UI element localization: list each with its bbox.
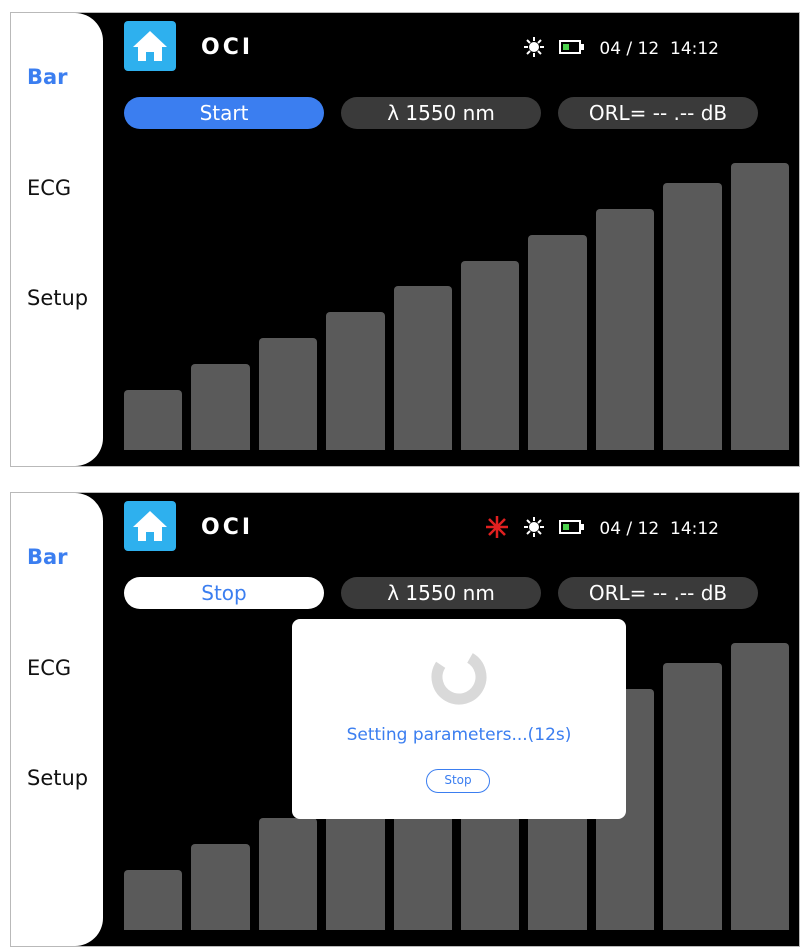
orl-display: ORL= -- .-- dB (558, 577, 758, 609)
home-icon (133, 511, 167, 541)
level-bar (191, 363, 250, 450)
level-bar (258, 818, 318, 930)
status-bar: 04 / 12 14:12 (485, 515, 719, 539)
level-bar (730, 643, 789, 930)
sidebar-item-bar[interactable]: Bar (27, 545, 68, 569)
sidebar-item-setup[interactable]: Setup (27, 766, 88, 790)
sidebar-item-ecg[interactable]: ECG (27, 176, 71, 200)
level-bar (191, 843, 250, 930)
date-text: 04 / 12 (599, 39, 660, 59)
level-bar (663, 183, 722, 450)
level-bar (461, 260, 520, 450)
level-bar (124, 389, 183, 450)
time-text: 14:12 (670, 519, 719, 539)
time-text: 14:12 (670, 39, 719, 59)
level-bar (258, 338, 318, 450)
start-button[interactable]: Start (124, 97, 324, 129)
stop-button[interactable]: Stop (124, 577, 324, 609)
level-bar (528, 234, 587, 450)
brightness-icon (523, 516, 545, 543)
battery-icon (559, 39, 585, 59)
loading-spinner-icon (431, 649, 487, 705)
sidebar: Bar ECG Setup (11, 493, 103, 946)
level-bar (393, 286, 452, 450)
level-bar (124, 869, 183, 930)
home-button[interactable] (124, 21, 176, 71)
battery-icon (559, 519, 585, 539)
orl-display: ORL= -- .-- dB (558, 97, 758, 129)
device-screen-idle: Bar ECG Setup OCI 04 / 12 14:12 Start λ … (10, 12, 800, 467)
wavelength-display[interactable]: λ 1550 nm (341, 97, 541, 129)
sidebar-item-ecg[interactable]: ECG (27, 656, 71, 680)
sidebar: Bar ECG Setup (11, 13, 103, 466)
date-text: 04 / 12 (599, 519, 660, 539)
brightness-icon (523, 36, 545, 63)
sidebar-item-bar[interactable]: Bar (27, 65, 68, 89)
level-bar (730, 163, 789, 450)
home-button[interactable] (124, 501, 176, 551)
laser-icon (485, 515, 509, 544)
status-bar: 04 / 12 14:12 (523, 36, 719, 59)
level-bar (326, 312, 385, 450)
home-icon (133, 31, 167, 61)
app-title: OCI (201, 515, 254, 540)
dialog-stop-button[interactable]: Stop (426, 769, 490, 793)
sidebar-item-setup[interactable]: Setup (27, 286, 88, 310)
progress-dialog: Setting parameters...(12s) Stop (292, 619, 626, 819)
dialog-message: Setting parameters...(12s) (346, 725, 572, 745)
app-title: OCI (201, 35, 254, 60)
wavelength-display[interactable]: λ 1550 nm (341, 577, 541, 609)
level-bar (595, 208, 655, 450)
level-bar (663, 663, 722, 930)
bar-graph (124, 163, 789, 450)
device-screen-running: Bar ECG Setup OCI 04 / 12 14:12 Stop λ 1… (10, 492, 800, 947)
